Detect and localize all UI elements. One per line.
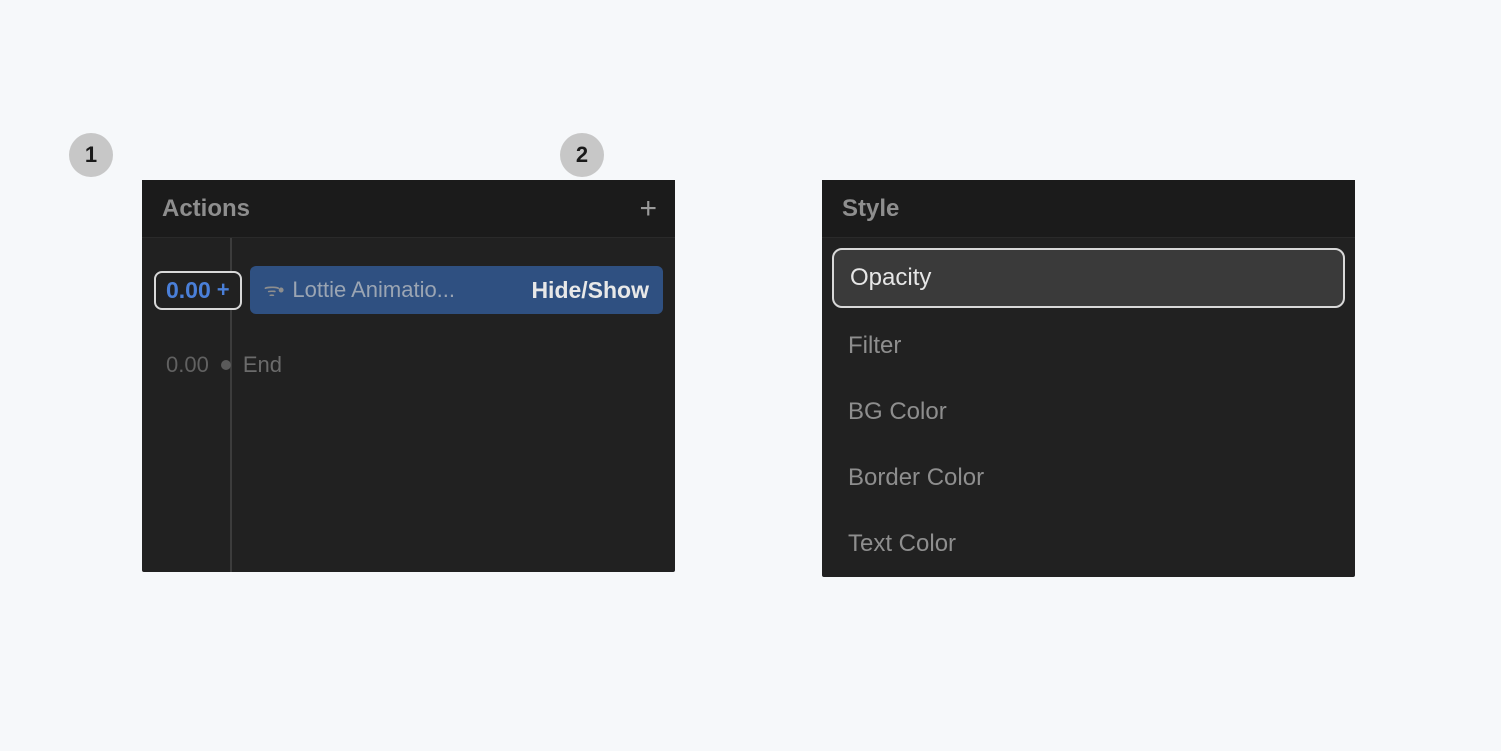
style-item-label: Opacity — [850, 264, 931, 291]
style-item-label: Border Color — [848, 464, 984, 491]
step-badge-1: 1 — [69, 133, 113, 177]
action-element-name: Lottie Animatio... — [292, 277, 455, 303]
style-item-label: Filter — [848, 332, 901, 359]
style-item-label: BG Color — [848, 398, 947, 425]
end-time-value: 0.00 — [166, 352, 209, 378]
style-panel-header: Style — [822, 180, 1355, 238]
style-panel: Style Opacity Filter BG Color Border Col… — [822, 180, 1355, 577]
style-item-opacity[interactable]: Opacity — [832, 248, 1345, 308]
time-chip[interactable]: 0.00 + — [154, 271, 242, 310]
action-type-label: Hide/Show — [531, 277, 649, 304]
style-item-filter[interactable]: Filter — [832, 318, 1345, 374]
time-value: 0.00 — [166, 277, 211, 304]
action-row: 0.00 + ᯤ• Lottie Animatio... Hide/Show — [154, 266, 663, 314]
add-time-icon[interactable]: + — [217, 277, 230, 303]
style-item-border-color[interactable]: Border Color — [832, 450, 1345, 506]
actions-panel-body: 0.00 + ᯤ• Lottie Animatio... Hide/Show 0… — [142, 238, 675, 572]
step-badge-2: 2 — [560, 133, 604, 177]
end-marker-dot — [221, 360, 231, 370]
step-number: 2 — [576, 142, 588, 168]
add-action-icon[interactable]: + — [639, 194, 657, 224]
style-item-bg-color[interactable]: BG Color — [832, 384, 1345, 440]
actions-panel-title: Actions — [162, 195, 250, 223]
action-pill[interactable]: ᯤ• Lottie Animatio... Hide/Show — [250, 266, 663, 314]
style-panel-title: Style — [842, 195, 899, 223]
lottie-icon: ᯤ• — [264, 278, 283, 302]
end-label: End — [243, 352, 282, 378]
step-number: 1 — [85, 142, 97, 168]
style-panel-body: Opacity Filter BG Color Border Color Tex… — [822, 238, 1355, 572]
style-item-label: Text Color — [848, 530, 956, 557]
actions-panel: Actions + 0.00 + ᯤ• Lottie Animatio... H… — [142, 180, 675, 572]
style-item-text-color[interactable]: Text Color — [832, 516, 1345, 572]
timeline-end-row: 0.00 End — [154, 352, 663, 378]
actions-panel-header: Actions + — [142, 180, 675, 238]
